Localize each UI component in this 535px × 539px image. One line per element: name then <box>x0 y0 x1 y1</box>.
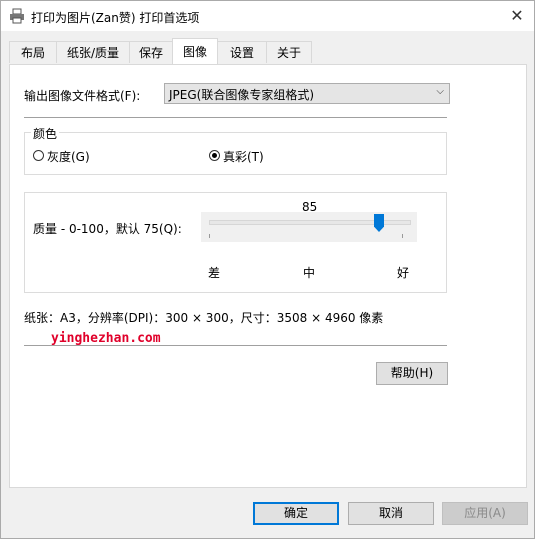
quality-label: 质量 - 0-100，默认 75(Q): <box>33 222 182 236</box>
printer-icon <box>10 8 24 24</box>
divider <box>24 345 447 346</box>
quality-groupbox <box>24 192 447 293</box>
color-group-legend: 颜色 <box>31 125 60 142</box>
paper-info-text: 纸张：A3，分辨率(DPI)：300 × 300，尺寸：3508 × 4960 … <box>24 311 384 325</box>
quality-slider[interactable] <box>201 212 417 242</box>
quality-high-label: 好 <box>397 266 410 280</box>
apply-button[interactable]: 应用(A) <box>442 502 528 525</box>
close-button[interactable]: ✕ <box>504 3 530 29</box>
divider <box>24 117 447 118</box>
tab-settings[interactable]: 设置 <box>217 41 267 63</box>
truecolor-label[interactable]: 真彩(T) <box>223 148 264 165</box>
chevron-down-icon: ⌵ <box>436 86 444 97</box>
tab-about[interactable]: 关于 <box>266 41 312 63</box>
quality-low-label: 差 <box>208 266 221 280</box>
format-label: 输出图像文件格式(F): <box>24 89 141 103</box>
tab-paper-quality[interactable]: 纸张/质量 <box>56 41 130 63</box>
window-title: 打印为图片(Zan赞) 打印首选项 <box>31 11 200 25</box>
truecolor-radio[interactable] <box>209 150 220 161</box>
ok-button[interactable]: 确定 <box>253 502 339 525</box>
tab-save[interactable]: 保存 <box>129 41 173 63</box>
slider-tick-min <box>209 234 210 238</box>
grayscale-radio[interactable] <box>33 150 44 161</box>
slider-thumb[interactable] <box>374 214 384 232</box>
preferences-dialog: 打印为图片(Zan赞) 打印首选项 ✕ 布局 纸张/质量 保存 图像 设置 关于… <box>0 0 535 539</box>
grayscale-label[interactable]: 灰度(G) <box>47 148 90 165</box>
format-select[interactable]: JPEG(联合图像专家组格式) ⌵ <box>164 83 450 104</box>
tab-layout[interactable]: 布局 <box>9 41 57 63</box>
slider-tick-max <box>402 234 403 238</box>
watermark-text: yinghezhan.com <box>51 331 161 346</box>
help-button[interactable]: 帮助(H) <box>376 362 448 385</box>
quality-mid-label: 中 <box>303 266 316 280</box>
radio-selected-dot <box>212 153 217 158</box>
title-bar: 打印为图片(Zan赞) 打印首选项 ✕ <box>1 1 534 31</box>
tab-image[interactable]: 图像 <box>172 38 218 64</box>
close-icon: ✕ <box>510 6 524 25</box>
format-select-value: JPEG(联合图像专家组格式) <box>169 88 315 102</box>
cancel-button[interactable]: 取消 <box>348 502 434 525</box>
